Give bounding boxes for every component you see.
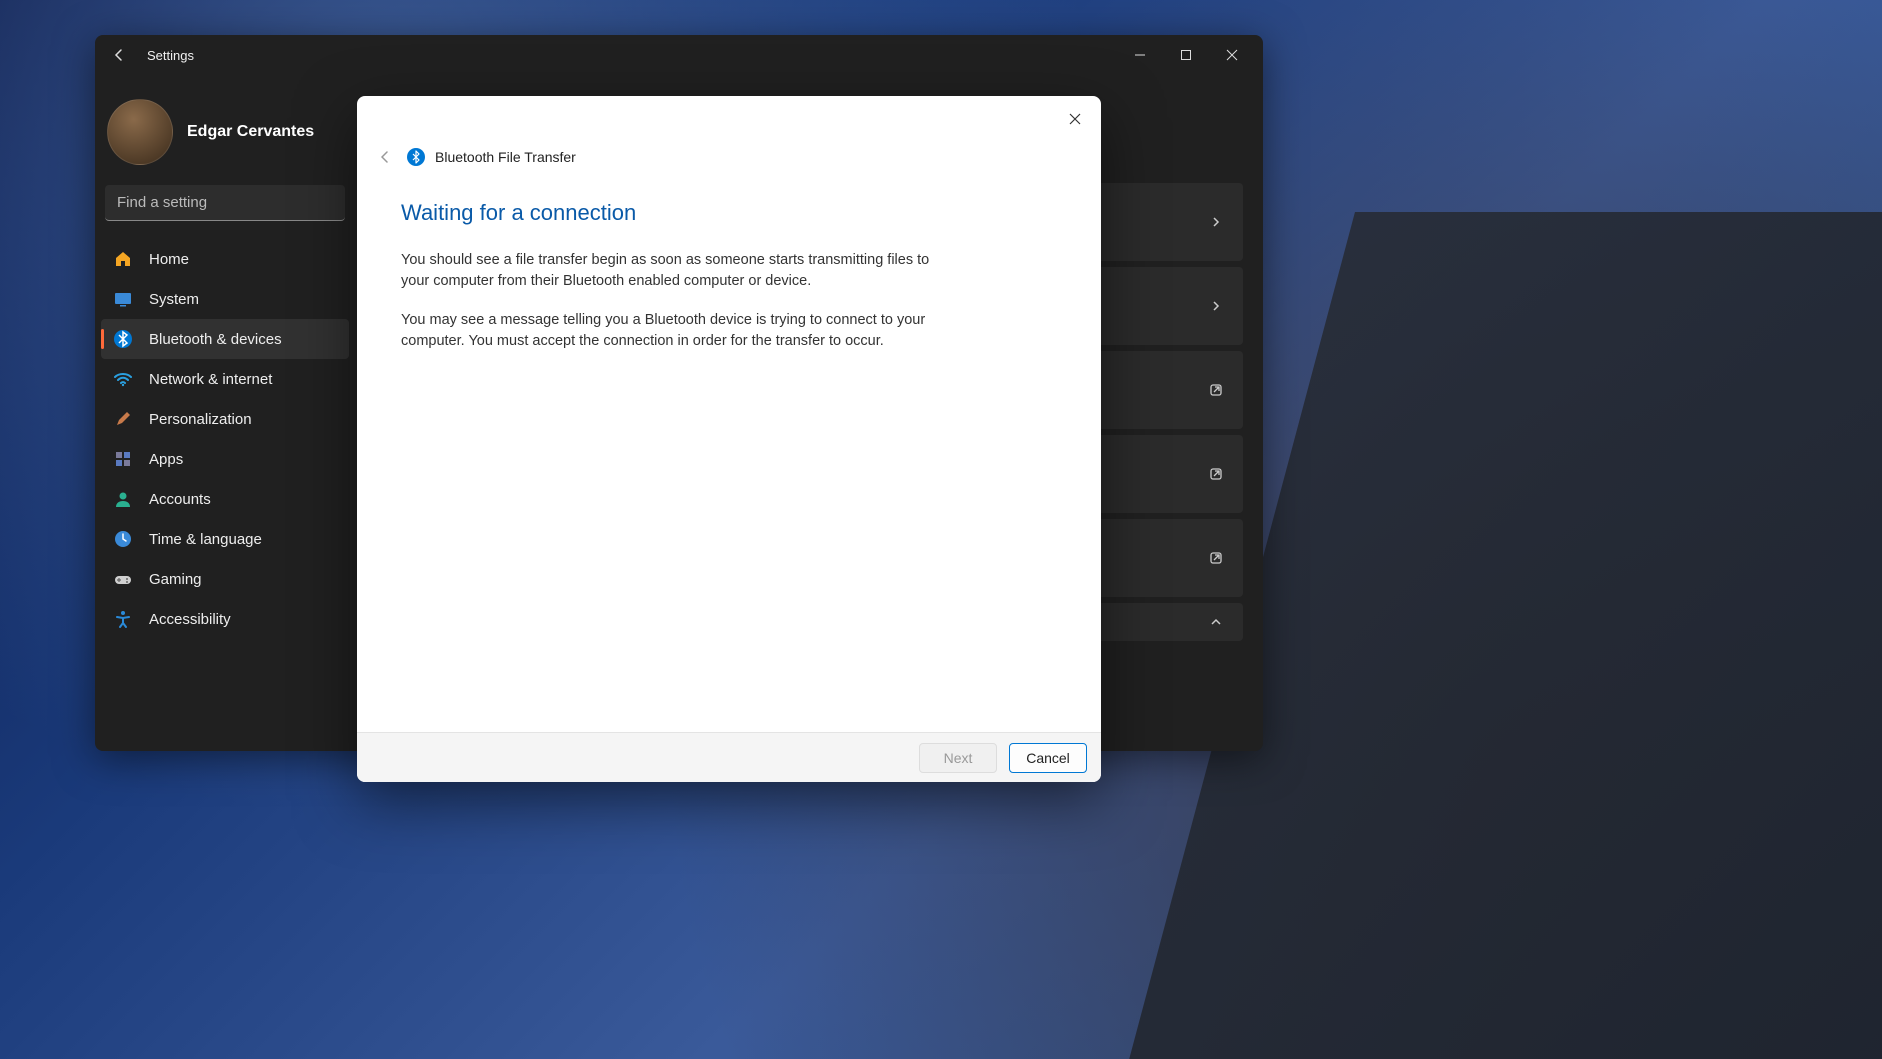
clock-icon (113, 529, 133, 549)
sidebar-item-label: Personalization (149, 411, 252, 428)
bluetooth-icon (113, 329, 133, 349)
arrow-left-icon (111, 47, 127, 63)
sidebar-item-label: Accessibility (149, 611, 231, 628)
search-input[interactable] (105, 185, 345, 221)
dialog-title: Bluetooth File Transfer (435, 149, 576, 165)
external-link-icon (1209, 551, 1223, 565)
sidebar-item-accessibility[interactable]: Accessibility (101, 599, 349, 639)
profile-section[interactable]: Edgar Cervantes (101, 75, 349, 185)
dialog-paragraph: You should see a file transfer begin as … (401, 250, 961, 292)
sidebar-item-label: Bluetooth & devices (149, 331, 282, 348)
dialog-header (357, 96, 1101, 142)
sidebar-item-system[interactable]: System (101, 279, 349, 319)
profile-name: Edgar Cervantes (187, 123, 314, 141)
sidebar-item-network-internet[interactable]: Network & internet (101, 359, 349, 399)
back-button[interactable] (103, 39, 135, 71)
apps-icon (113, 449, 133, 469)
avatar (107, 99, 173, 165)
dialog-back-button[interactable] (373, 145, 397, 169)
minimize-icon (1134, 49, 1146, 61)
dialog-footer: Next Cancel (357, 732, 1101, 782)
sidebar-item-label: Time & language (149, 531, 262, 548)
sidebar-item-gaming[interactable]: Gaming (101, 559, 349, 599)
chevron-up-icon (1209, 615, 1223, 629)
sidebar-item-apps[interactable]: Apps (101, 439, 349, 479)
sidebar-item-label: Network & internet (149, 371, 272, 388)
wifi-icon (113, 369, 133, 389)
next-button: Next (919, 743, 997, 773)
gamepad-icon (113, 569, 133, 589)
maximize-button[interactable] (1163, 39, 1209, 71)
titlebar: Settings (95, 35, 1263, 75)
dialog-nav: Bluetooth File Transfer (357, 142, 1101, 172)
window-controls (1117, 39, 1255, 71)
chevron-right-icon (1209, 215, 1223, 229)
close-icon (1068, 112, 1082, 126)
close-button[interactable] (1209, 39, 1255, 71)
dialog-heading: Waiting for a connection (401, 200, 1057, 226)
window-title: Settings (147, 48, 194, 63)
sidebar-item-bluetooth-devices[interactable]: Bluetooth & devices (101, 319, 349, 359)
sidebar-item-label: Apps (149, 451, 183, 468)
brush-icon (113, 409, 133, 429)
chevron-right-icon (1209, 299, 1223, 313)
sidebar-item-label: Gaming (149, 571, 202, 588)
sidebar-item-home[interactable]: Home (101, 239, 349, 279)
home-icon (113, 249, 133, 269)
bluetooth-icon (407, 148, 425, 166)
sidebar-item-accounts[interactable]: Accounts (101, 479, 349, 519)
system-icon (113, 289, 133, 309)
maximize-icon (1180, 49, 1192, 61)
dialog-paragraph: You may see a message telling you a Blue… (401, 310, 961, 352)
dialog-body: Waiting for a connection You should see … (357, 172, 1101, 732)
external-link-icon (1209, 467, 1223, 481)
sidebar-item-personalization[interactable]: Personalization (101, 399, 349, 439)
sidebar-item-label: Accounts (149, 491, 211, 508)
cancel-button[interactable]: Cancel (1009, 743, 1087, 773)
sidebar-item-time-language[interactable]: Time & language (101, 519, 349, 559)
sidebar: Edgar Cervantes Home System Bluetooth & de… (95, 75, 355, 751)
dialog-close-button[interactable] (1057, 101, 1093, 137)
person-icon (113, 489, 133, 509)
close-icon (1226, 49, 1238, 61)
external-link-icon (1209, 383, 1223, 397)
sidebar-item-label: Home (149, 251, 189, 268)
accessibility-icon (113, 609, 133, 629)
minimize-button[interactable] (1117, 39, 1163, 71)
sidebar-item-label: System (149, 291, 199, 308)
nav-list: Home System Bluetooth & devices Network & i… (101, 239, 349, 639)
arrow-left-icon (377, 149, 393, 165)
bluetooth-file-transfer-dialog: Bluetooth File Transfer Waiting for a co… (357, 96, 1101, 782)
